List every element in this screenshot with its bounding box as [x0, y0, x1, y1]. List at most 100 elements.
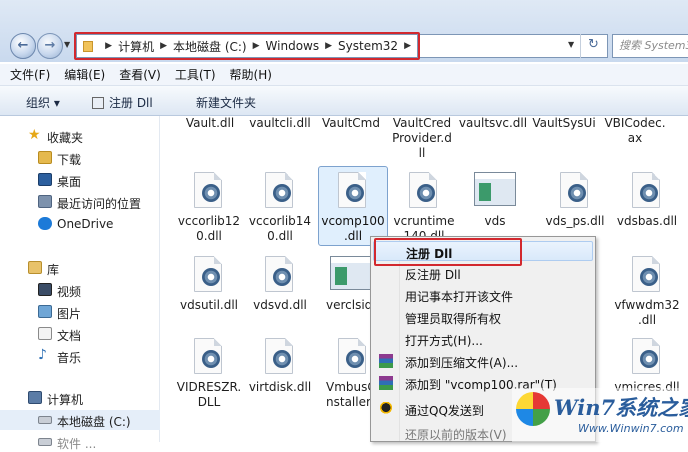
back-button[interactable]: ←	[10, 33, 36, 59]
nav-favorites[interactable]: ★ 收藏夹	[0, 126, 160, 146]
register-dll-label: 注册 Dll	[109, 96, 153, 110]
winrar-icon	[379, 354, 393, 368]
computer-icon	[28, 391, 42, 404]
menu-file[interactable]: 文件(F)	[10, 66, 50, 83]
menu-tools[interactable]: 工具(T)	[175, 66, 216, 83]
search-input[interactable]: 搜索 System32	[612, 34, 688, 58]
ctx-unregister-dll[interactable]: 反注册 Dll	[373, 263, 593, 283]
file-label: vfwwdm32 .dll	[614, 298, 680, 327]
ctx-label: 还原以前的版本(V)	[405, 428, 507, 442]
file-label: vds	[484, 214, 506, 228]
address-highlight-box	[74, 32, 420, 60]
pictures-icon	[38, 305, 52, 318]
download-folder-icon	[38, 151, 52, 164]
register-icon	[92, 97, 104, 109]
nav-documents[interactable]: 文档	[0, 324, 160, 344]
app-file-icon	[474, 172, 516, 206]
file-label: vdsutil.dll	[179, 298, 239, 312]
nav-music[interactable]: ♪ 音乐	[0, 346, 160, 366]
nav-drive-software[interactable]: 软件 ...	[0, 432, 160, 452]
nav-label: 计算机	[47, 393, 84, 407]
nav-label: 收藏夹	[47, 131, 84, 145]
nav-downloads[interactable]: 下载	[0, 148, 160, 168]
file-label: VIDRESZR. DLL	[176, 380, 242, 409]
star-icon: ★	[28, 127, 41, 143]
nav-desktop[interactable]: 桌面	[0, 170, 160, 190]
nav-label: 视频	[57, 285, 82, 299]
qq-icon	[379, 402, 393, 416]
dll-file-icon	[257, 336, 303, 378]
nav-computer[interactable]: 计算机	[0, 388, 160, 408]
menubar: 文件(F) 编辑(E) 查看(V) 工具(T) 帮助(H)	[0, 64, 688, 86]
drive-icon	[38, 416, 52, 424]
nav-label: 本地磁盘 (C:)	[57, 415, 131, 429]
menu-edit[interactable]: 编辑(E)	[64, 66, 105, 83]
refresh-icon: ↻	[588, 37, 599, 52]
dll-file-icon	[257, 170, 303, 212]
dll-file-icon	[186, 170, 232, 212]
back-arrow-icon: ←	[17, 38, 29, 53]
nav-drive-c[interactable]: 本地磁盘 (C:)	[0, 410, 160, 430]
music-icon: ♪	[38, 347, 47, 363]
ctx-open-notepad[interactable]: 用记事本打开该文件	[373, 285, 593, 305]
file-label: vccorlib14 0.dll	[248, 214, 312, 243]
file-label: VaultCred Provider.d ll	[392, 116, 452, 160]
menu-help[interactable]: 帮助(H)	[230, 66, 272, 83]
register-dll-button[interactable]: 注册 Dll	[92, 94, 153, 111]
history-dropdown-icon[interactable]: ▼	[64, 40, 70, 49]
documents-icon	[38, 327, 52, 340]
watermark-text: Win7系统之家	[554, 395, 688, 420]
nav-recent[interactable]: 最近访问的位置	[0, 192, 160, 212]
drive-icon	[38, 438, 52, 446]
nav-label: 音乐	[57, 351, 82, 365]
ctx-label: 用记事本打开该文件	[405, 290, 514, 304]
file-label: vdsvd.dll	[253, 298, 307, 312]
ctx-open-with[interactable]: 打开方式(H)...	[373, 329, 593, 349]
dll-file-icon	[552, 170, 598, 212]
dll-file-icon	[257, 254, 303, 296]
dll-file-icon	[401, 170, 447, 212]
forward-arrow-icon: →	[44, 38, 56, 53]
register-dll-highlight-box	[374, 238, 522, 266]
nav-onedrive[interactable]: OneDrive	[0, 214, 160, 234]
file-label: VaultSysUi	[532, 116, 596, 130]
library-icon	[28, 261, 42, 274]
ctx-label: 反注册 Dll	[405, 268, 461, 282]
file-label: Vault.dll	[185, 116, 235, 130]
navigation-pane: ★ 收藏夹 下载 桌面 最近访问的位置 OneDrive 库 视频 图片 文档 …	[0, 116, 160, 451]
ctx-label: 打开方式(H)...	[405, 334, 483, 348]
file-label: vaultcli.dll	[249, 116, 311, 130]
video-icon	[38, 283, 52, 296]
ctx-take-ownership[interactable]: 管理员取得所有权	[373, 307, 593, 327]
ctx-label: 添加到压缩文件(A)...	[405, 356, 519, 370]
nav-label: 库	[47, 263, 60, 277]
nav-libraries[interactable]: 库	[0, 258, 160, 278]
watermark: Win7系统之家 Www.Winwin7.com	[512, 388, 688, 442]
new-folder-button[interactable]: 新建文件夹	[196, 94, 256, 111]
command-bar: 组织 ▾ 注册 Dll 新建文件夹	[0, 86, 688, 116]
dll-file-icon	[186, 254, 232, 296]
menu-view[interactable]: 查看(V)	[119, 66, 161, 83]
address-dropdown-icon[interactable]: ▼	[568, 40, 574, 49]
nav-pictures[interactable]: 图片	[0, 302, 160, 322]
recent-icon	[38, 195, 52, 208]
nav-videos[interactable]: 视频	[0, 280, 160, 300]
file-label: virtdisk.dll	[248, 380, 312, 394]
file-label: vccorlib12 0.dll	[177, 214, 241, 243]
dll-file-icon	[624, 254, 670, 296]
organize-button[interactable]: 组织 ▾	[26, 94, 60, 111]
file-label: vaultsvc.dll	[458, 116, 528, 130]
ctx-add-to-archive[interactable]: 添加到压缩文件(A)...	[373, 351, 593, 371]
refresh-button[interactable]: ↻	[580, 34, 606, 58]
nav-label: 文档	[57, 329, 82, 343]
dll-file-icon	[624, 336, 670, 378]
nav-label: OneDrive	[57, 217, 114, 231]
forward-button[interactable]: →	[37, 33, 63, 59]
file-label: VBICodec. ax	[604, 116, 666, 145]
nav-label: 桌面	[57, 175, 82, 189]
nav-label: 图片	[57, 307, 82, 321]
desktop-icon	[38, 173, 52, 186]
nav-label: 软件 ...	[57, 437, 97, 451]
ctx-label: 管理员取得所有权	[405, 312, 502, 326]
dll-file-icon	[624, 170, 670, 212]
